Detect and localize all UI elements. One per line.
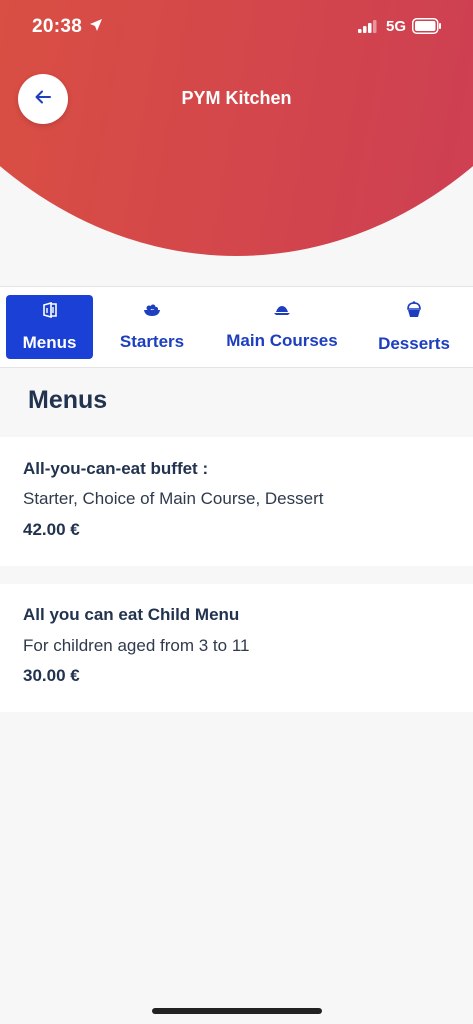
tab-label-starters: Starters bbox=[119, 331, 185, 351]
tab-label-desserts: Desserts bbox=[378, 333, 450, 353]
status-time: 20:38 bbox=[32, 16, 83, 37]
dish-icon bbox=[273, 304, 291, 331]
signal-icon bbox=[358, 20, 378, 38]
tab-label-main-courses: Main Courses bbox=[226, 330, 338, 350]
section-title: Menus bbox=[28, 386, 108, 414]
status-bar: 20:38 5G bbox=[0, 0, 473, 54]
menu-card[interactable]: All you can eat Child Menu For children … bbox=[0, 584, 473, 712]
battery-icon bbox=[412, 18, 442, 39]
menu-name: All you can eat Child Menu bbox=[23, 605, 240, 624]
menu-description: For children aged from 3 to 11 bbox=[23, 636, 250, 655]
cupcake-icon bbox=[406, 300, 422, 334]
salad-bowl-icon bbox=[143, 303, 161, 332]
menu-description: Starter, Choice of Main Course, Dessert bbox=[23, 489, 324, 508]
category-tabs: Menus Starters Main Courses Desserts bbox=[0, 286, 473, 368]
location-arrow-icon bbox=[89, 18, 103, 37]
home-indicator bbox=[152, 1008, 322, 1014]
page-title: PYM Kitchen bbox=[181, 88, 292, 108]
menu-card[interactable]: All-you-can-eat buffet : Starter, Choice… bbox=[0, 437, 473, 566]
header: 20:38 5G PYM Kitchen bbox=[0, 0, 473, 256]
tab-starters[interactable]: Starters bbox=[107, 295, 197, 359]
tab-main-courses[interactable]: Main Courses bbox=[218, 295, 346, 359]
tab-menus[interactable]: Menus bbox=[6, 295, 93, 359]
menu-price: 42.00 € bbox=[23, 520, 80, 539]
menu-name: All-you-can-eat buffet : bbox=[23, 459, 209, 478]
tab-desserts[interactable]: Desserts bbox=[370, 295, 458, 359]
tab-label-menus: Menus bbox=[22, 332, 77, 352]
network-type: 5G bbox=[386, 18, 407, 35]
menu-book-icon bbox=[42, 301, 58, 333]
menu-price: 30.00 € bbox=[23, 666, 80, 685]
